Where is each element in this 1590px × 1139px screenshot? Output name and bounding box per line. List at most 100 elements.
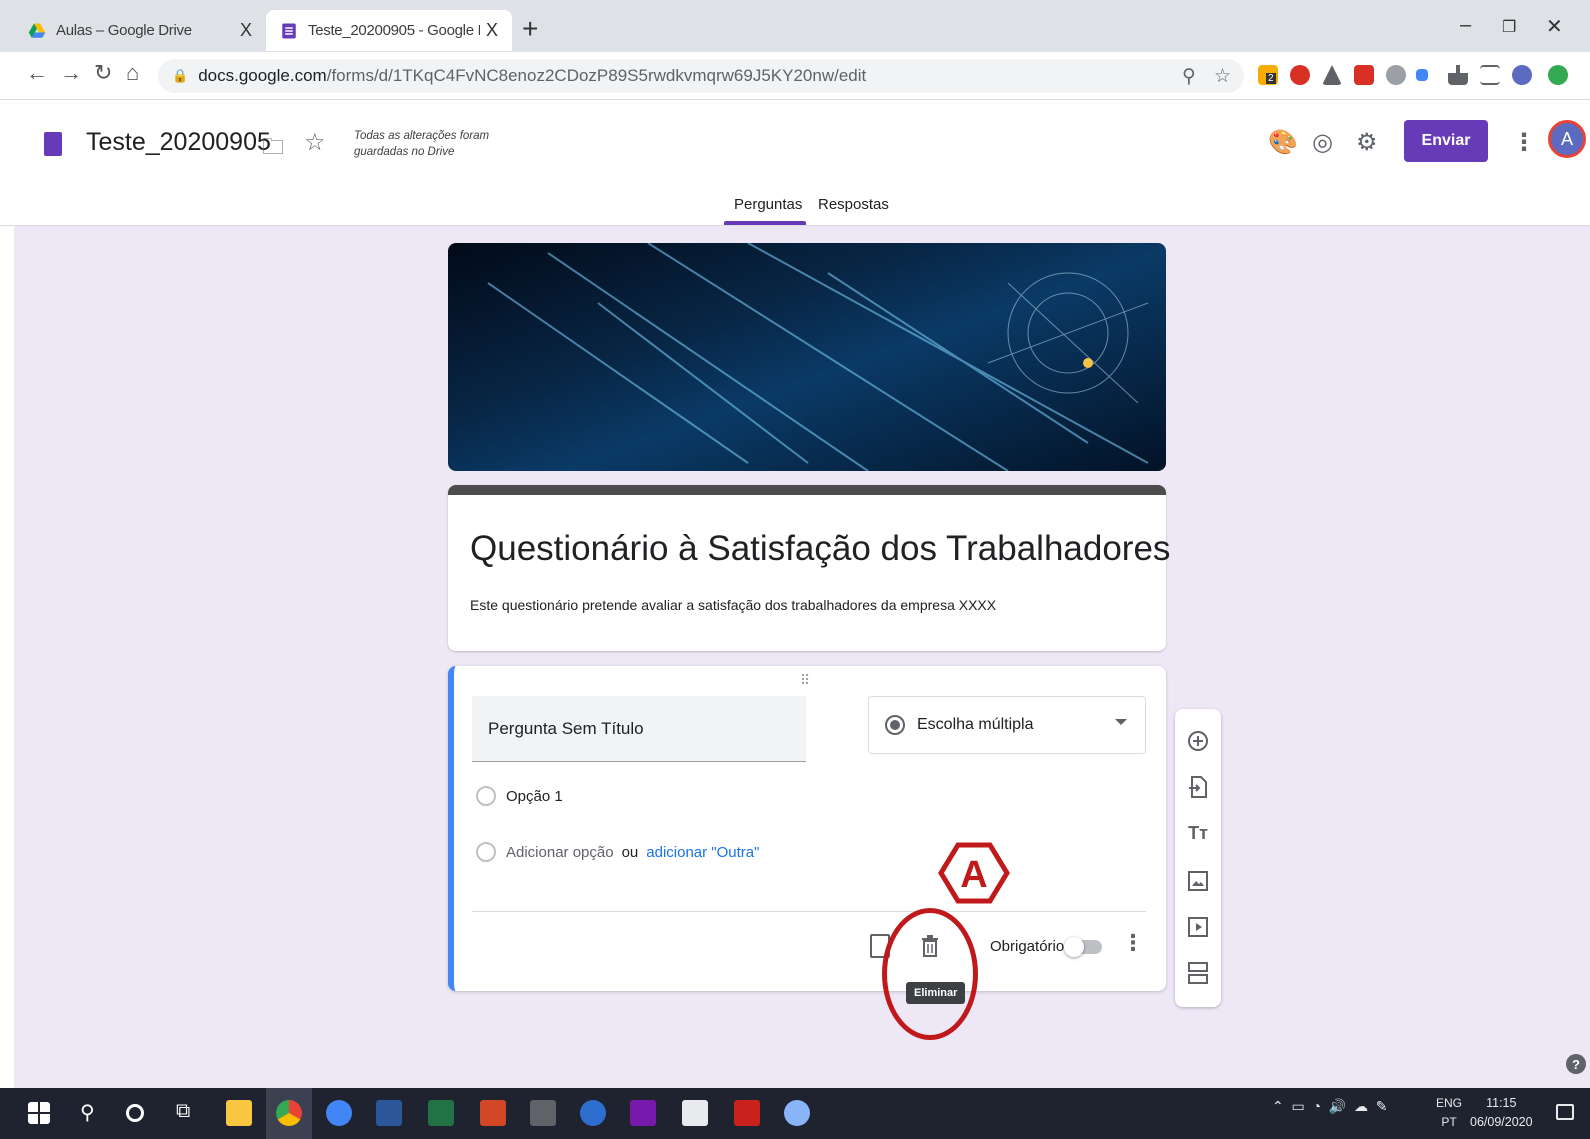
option-row: Opção 1 bbox=[476, 786, 563, 806]
form-description[interactable]: Este questionário pretende avaliar a sat… bbox=[470, 597, 996, 613]
more-vert-icon[interactable]: ⋮ bbox=[1512, 128, 1536, 157]
notifications-icon[interactable] bbox=[1556, 1104, 1574, 1120]
home-icon[interactable]: ⌂ bbox=[126, 60, 139, 86]
header-image-art bbox=[487, 243, 1149, 471]
palette-icon[interactable]: 🎨 bbox=[1268, 128, 1298, 157]
add-section-icon[interactable] bbox=[1186, 961, 1210, 985]
profile-avatar-icon[interactable] bbox=[1512, 65, 1532, 85]
add-option-row: Adicionar opção ou adicionar "Outra" bbox=[476, 842, 759, 862]
clock[interactable]: 11:15 06/09/2020 bbox=[1470, 1094, 1533, 1132]
close-tab-icon[interactable]: X bbox=[240, 20, 252, 41]
or-text: ou bbox=[621, 843, 639, 861]
import-questions-icon[interactable] bbox=[1186, 775, 1210, 799]
add-video-icon[interactable] bbox=[1186, 915, 1210, 939]
url-path: /forms/d/1TKqC4FvNC8enoz2CDozP89S5rwdkvm… bbox=[326, 66, 867, 85]
question-more-icon[interactable]: ⋮ bbox=[1122, 930, 1144, 956]
add-option-link[interactable]: Adicionar opção bbox=[506, 844, 614, 861]
question-type-label: Escolha múltipla bbox=[917, 716, 1034, 733]
radio-circle-icon bbox=[476, 842, 496, 862]
task-view-icon[interactable]: ⧉ bbox=[176, 1100, 202, 1126]
drag-handle-icon[interactable]: ⠿ bbox=[800, 672, 811, 689]
dropdown-arrow-icon bbox=[1115, 719, 1127, 725]
snipping-tool-icon[interactable] bbox=[784, 1100, 810, 1126]
browser-tab-strip: Aulas – Google Drive X Teste_20200905 - … bbox=[0, 0, 1590, 60]
add-image-icon[interactable] bbox=[1186, 869, 1210, 893]
annotation-ring bbox=[882, 908, 978, 1040]
preview-eye-icon[interactable]: ◎ bbox=[1312, 128, 1333, 157]
minimize-icon[interactable]: – bbox=[1460, 14, 1471, 37]
screen: Aulas – Google Drive X Teste_20200905 - … bbox=[0, 0, 1590, 1139]
bookmark-star-icon[interactable]: ☆ bbox=[1214, 65, 1231, 88]
question-footer-divider bbox=[472, 911, 1146, 912]
close-tab-icon[interactable]: X bbox=[486, 20, 498, 41]
help-icon[interactable]: ? bbox=[1566, 1054, 1586, 1074]
close-window-icon[interactable]: ✕ bbox=[1546, 14, 1563, 39]
zoom-icon[interactable]: ⚲ bbox=[1182, 65, 1196, 88]
onenote-icon[interactable] bbox=[630, 1100, 656, 1126]
question-type-select[interactable]: Escolha múltipla bbox=[868, 696, 1146, 754]
extension-icon-gray[interactable] bbox=[1386, 65, 1406, 85]
header-image bbox=[448, 243, 1166, 471]
extension-icon-red[interactable] bbox=[1354, 65, 1374, 85]
back-icon[interactable]: ← bbox=[26, 60, 48, 86]
extension-badge: 2 bbox=[1266, 73, 1276, 84]
form-title-card: Questionário à Satisfação dos Trabalhado… bbox=[448, 485, 1170, 651]
tab-responses[interactable]: Respostas bbox=[818, 196, 889, 213]
notes-app-icon[interactable] bbox=[682, 1100, 708, 1126]
send-button[interactable]: Enviar bbox=[1404, 120, 1488, 162]
calculator-icon[interactable] bbox=[530, 1100, 556, 1126]
google-drive-icon bbox=[28, 23, 46, 38]
update-icon[interactable] bbox=[1548, 65, 1568, 85]
date: 06/09/2020 bbox=[1470, 1115, 1533, 1129]
r-icon[interactable] bbox=[580, 1100, 606, 1126]
forward-icon[interactable]: → bbox=[60, 60, 82, 86]
powerpoint-icon[interactable] bbox=[480, 1100, 506, 1126]
account-avatar[interactable]: A bbox=[1548, 120, 1586, 158]
excel-icon[interactable] bbox=[428, 1100, 454, 1126]
google-forms-icon bbox=[282, 23, 296, 38]
annotation-letter: A bbox=[960, 854, 987, 896]
add-title-icon[interactable]: Tт bbox=[1186, 821, 1210, 845]
audio-extension-icon[interactable] bbox=[1416, 69, 1428, 81]
input-language[interactable]: ENG PT bbox=[1436, 1094, 1462, 1132]
option-label[interactable]: Opção 1 bbox=[506, 788, 563, 805]
acrobat-icon[interactable] bbox=[734, 1100, 760, 1126]
form-title[interactable]: Questionário à Satisfação dos Trabalhado… bbox=[470, 529, 1170, 569]
file-explorer-icon[interactable] bbox=[226, 1100, 252, 1126]
word-icon[interactable] bbox=[376, 1100, 402, 1126]
drive-extension-icon[interactable] bbox=[1322, 65, 1342, 85]
question-title: Pergunta Sem Título bbox=[488, 718, 644, 738]
restore-icon[interactable]: ❐ bbox=[1502, 17, 1516, 37]
adblock-icon[interactable] bbox=[1290, 65, 1310, 85]
floating-toolbar: Tт bbox=[1175, 709, 1221, 1007]
doc-title[interactable]: Teste_20200905 bbox=[86, 128, 271, 157]
question-title-input[interactable]: Pergunta Sem Título bbox=[472, 696, 806, 762]
extensions-puzzle-icon[interactable] bbox=[1448, 65, 1468, 85]
start-icon[interactable] bbox=[28, 1102, 50, 1124]
tab-google-forms[interactable]: Teste_20200905 - Google Forms X bbox=[266, 10, 512, 51]
chrome-taskbar-active[interactable] bbox=[266, 1088, 312, 1139]
system-tray[interactable]: ⌃ ▭ ◔ 🔊 ☁ ✎ bbox=[1272, 1098, 1387, 1115]
cortana-icon[interactable] bbox=[126, 1104, 144, 1122]
search-icon[interactable]: ⚲ bbox=[80, 1100, 106, 1126]
question-card[interactable]: ⠿ Pergunta Sem Título Escolha múltipla O… bbox=[448, 666, 1166, 991]
reload-icon[interactable]: ↻ bbox=[94, 60, 112, 86]
add-question-icon[interactable] bbox=[1186, 729, 1210, 753]
annotation-marker: A bbox=[938, 842, 1010, 904]
settings-gear-icon[interactable]: ⚙ bbox=[1356, 128, 1378, 157]
lang-bottom: PT bbox=[1441, 1115, 1457, 1129]
new-tab-button[interactable]: + bbox=[522, 14, 538, 44]
reading-list-icon[interactable] bbox=[1480, 65, 1500, 85]
tab-google-drive[interactable]: Aulas – Google Drive X bbox=[14, 10, 266, 51]
address-bar-row: ← → ↻ ⌂ 🔒 docs.google.com/forms/d/1TKqC4… bbox=[0, 52, 1590, 100]
browser-globe-icon[interactable] bbox=[326, 1100, 352, 1126]
url-field[interactable]: 🔒 docs.google.com/forms/d/1TKqC4FvNC8eno… bbox=[158, 59, 1244, 93]
forms-doc-icon[interactable] bbox=[44, 132, 62, 156]
required-toggle[interactable] bbox=[1064, 937, 1102, 957]
extension-icon-notes[interactable]: 2 bbox=[1258, 65, 1278, 85]
star-icon[interactable]: ☆ bbox=[304, 128, 326, 157]
add-other-link[interactable]: adicionar "Outra" bbox=[646, 844, 759, 861]
chrome-icon bbox=[276, 1100, 302, 1126]
folder-icon[interactable]: 🗀 bbox=[262, 130, 284, 168]
tab-questions[interactable]: Perguntas bbox=[734, 196, 802, 213]
